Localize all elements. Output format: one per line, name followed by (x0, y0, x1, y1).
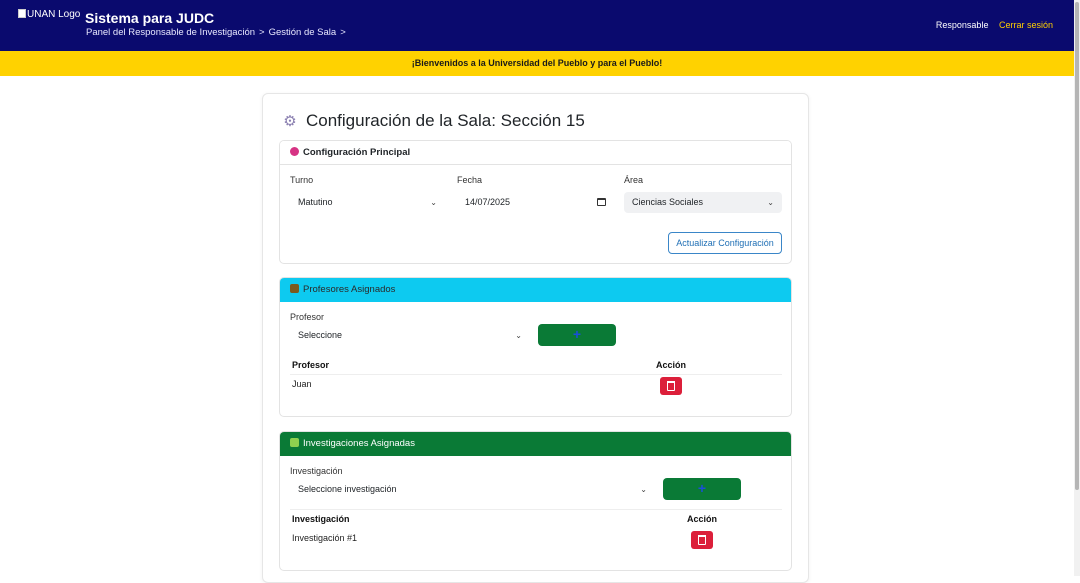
scrollbar-thumb[interactable] (1075, 2, 1079, 490)
role-label: Responsable (935, 20, 989, 30)
research-label: Investigación (290, 466, 343, 476)
professor-label: Profesor (290, 312, 325, 322)
update-config-button[interactable]: Actualizar Configuración (668, 232, 782, 254)
table-divider (290, 509, 782, 510)
breadcrumb-separator: > (340, 27, 346, 38)
config-panel: Configuración Principal Turno Matutino ⌄ … (279, 140, 792, 264)
area-select[interactable]: Ciencias Sociales ⌄ (624, 192, 782, 213)
logout-link[interactable]: Cerrar sesión (999, 20, 1053, 30)
delete-professor-button[interactable] (660, 377, 682, 395)
delete-research-button[interactable] (691, 531, 713, 549)
user-nav: Responsable Cerrar sesión (936, 20, 1053, 30)
research-select[interactable]: Seleccione investigación ⌄ (290, 479, 655, 500)
teacher-icon (290, 284, 299, 293)
trash-icon (698, 535, 706, 545)
professor-row-name: Juan (292, 379, 312, 389)
config-panel-header: Configuración Principal (280, 141, 791, 165)
professor-select-value: Seleccione (298, 330, 343, 340)
top-navbar: UNAN Logo Sistema para JUDC Panel del Re… (0, 0, 1074, 51)
breadcrumb: Panel del Responsable de Investigación > G… (86, 27, 350, 38)
breadcrumb-item-panel[interactable]: Panel del Responsable de Investigación (86, 27, 255, 38)
research-panel-header: Investigaciones Asignadas (280, 432, 791, 456)
professors-panel: Profesores Asignados Profesor Seleccione… (279, 277, 792, 417)
action-column-header: Acción (687, 514, 718, 524)
chevron-down-icon: ⌄ (767, 198, 774, 207)
add-research-button[interactable]: + (663, 478, 741, 500)
scrollbar[interactable] (1074, 0, 1080, 576)
books-icon (290, 438, 299, 447)
add-professor-button[interactable]: + (538, 324, 616, 346)
research-column-header: Investigación (292, 514, 350, 524)
chevron-down-icon: ⌄ (515, 331, 522, 340)
professor-select[interactable]: Seleccione ⌄ (290, 325, 530, 346)
turno-select[interactable]: Matutino ⌄ (290, 192, 445, 213)
research-heading: Investigaciones Asignadas (303, 438, 415, 449)
breadcrumb-item-gestion[interactable]: Gestión de Sala (269, 27, 337, 38)
turno-select-value: Matutino (298, 197, 333, 207)
chevron-down-icon: ⌄ (640, 485, 647, 494)
welcome-banner: ¡Bienvenidos a la Universidad del Pueblo… (0, 51, 1074, 76)
config-heading: Configuración Principal (303, 147, 411, 158)
action-column-header: Acción (656, 360, 687, 370)
trash-icon (667, 381, 675, 391)
area-select-value: Ciencias Sociales (632, 197, 704, 207)
professors-heading: Profesores Asignados (303, 284, 396, 295)
professors-panel-header: Profesores Asignados (280, 278, 791, 302)
table-divider (290, 374, 782, 375)
fecha-input-value: 14/07/2025 (465, 197, 511, 207)
fecha-label: Fecha (457, 175, 483, 185)
broken-image-icon (18, 9, 26, 18)
research-row-name: Investigación #1 (292, 533, 358, 543)
fecha-input[interactable]: 14/07/2025 (457, 192, 612, 213)
unan-logo[interactable]: UNAN Logo (18, 9, 80, 20)
target-icon (290, 147, 299, 156)
chevron-down-icon: ⌄ (430, 198, 437, 207)
page-title: ⚙ Configuración de la Sala: Sección 15 (282, 111, 585, 131)
area-label: Área (624, 175, 644, 185)
professor-column-header: Profesor (292, 360, 330, 370)
page-title-text: Configuración de la Sala: Sección 15 (306, 111, 585, 130)
research-select-value: Seleccione investigación (298, 484, 397, 494)
breadcrumb-separator: > (259, 27, 265, 38)
research-panel: Investigaciones Asignadas Investigación … (279, 431, 792, 571)
turno-label: Turno (290, 175, 314, 185)
app-title[interactable]: Sistema para JUDC (85, 10, 214, 26)
calendar-icon[interactable] (597, 198, 606, 206)
gear-icon: ⚙ (283, 113, 297, 130)
